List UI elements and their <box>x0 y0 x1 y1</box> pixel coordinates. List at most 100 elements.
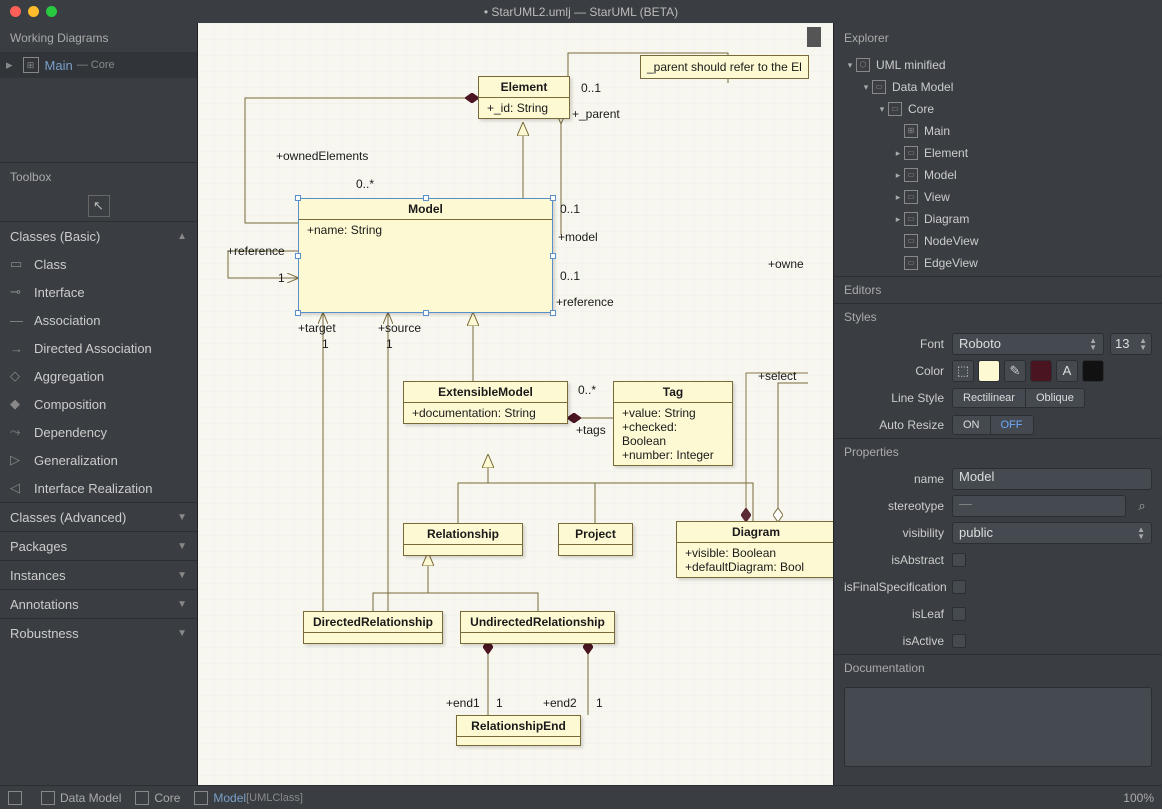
role-model: +model <box>558 230 598 244</box>
panel-pin-icon[interactable] <box>807 27 821 47</box>
line-style-rectilinear[interactable]: Rectilinear <box>953 389 1025 407</box>
mult-0starb: 0..* <box>578 383 596 397</box>
prop-isactive-checkbox[interactable] <box>952 634 966 648</box>
properties-header: Properties <box>834 439 1162 465</box>
tree-row[interactable]: ▸▭Model <box>834 164 1162 186</box>
selection-tool-button[interactable]: ↖ <box>88 195 110 217</box>
status-bar: Data Model Core Model[UMLClass] 100% <box>0 785 1162 809</box>
diagram-icon: ⊞ <box>23 57 39 73</box>
prop-isleaf-checkbox[interactable] <box>952 607 966 621</box>
uml-class-undirectedrelationship[interactable]: UndirectedRelationship <box>460 611 615 644</box>
pencil-icon[interactable]: ✎ <box>1004 360 1026 382</box>
role-source: +source <box>378 321 421 335</box>
titlebar: • StarUML2.umlj — StarUML (BETA) <box>0 0 1162 23</box>
role-select: +select <box>758 369 796 383</box>
mult-01b: 0..1 <box>560 202 580 216</box>
prop-isfinalspec-checkbox[interactable] <box>952 580 966 594</box>
toolbox-item-directed-association[interactable]: →Directed Association <box>0 334 197 362</box>
prop-visibility-select[interactable]: public▲▼ <box>952 522 1152 544</box>
status-crumb-model[interactable]: Model[UMLClass] <box>194 791 303 805</box>
uml-class-model[interactable]: Model +name: String <box>298 198 553 313</box>
toolbox-item-class[interactable]: ▭Class <box>0 250 197 278</box>
mult-1e1: 1 <box>496 696 503 710</box>
search-icon[interactable]: ⌕ <box>1132 498 1152 514</box>
toolbox-section-instances[interactable]: Instances▼ <box>0 560 197 589</box>
working-diagram-suffix: — Core <box>77 59 115 71</box>
line-color-swatch[interactable] <box>1030 360 1052 382</box>
mult-1e2: 1 <box>596 696 603 710</box>
explorer-tree[interactable]: ▾⬡UML minified▾▭Data Model▾▭Core⊞Main▸▭E… <box>834 52 1162 276</box>
working-diagrams-header: Working Diagrams <box>0 23 197 52</box>
documentation-textarea[interactable] <box>844 687 1152 767</box>
toolbox-item-association[interactable]: —Association <box>0 306 197 334</box>
toolbox-item-composition[interactable]: ◆Composition <box>0 390 197 418</box>
zoom-level[interactable]: 100% <box>1123 791 1154 805</box>
toolbox-section-annotations[interactable]: Annotations▼ <box>0 589 197 618</box>
toolbox-item-interface[interactable]: ⊸Interface <box>0 278 197 306</box>
toolbox-section-classes-basic[interactable]: Classes (Basic)▲ <box>0 221 197 250</box>
status-crumb-datamodel[interactable]: Data Model <box>41 791 121 805</box>
uml-class-project[interactable]: Project <box>558 523 633 556</box>
tree-row[interactable]: ▸▭Diagram <box>834 208 1162 230</box>
role-tags: +tags <box>576 423 606 437</box>
role-parent: +_parent <box>572 107 620 121</box>
tree-row[interactable]: ▸▭Element <box>834 142 1162 164</box>
status-crumb-root[interactable] <box>8 791 27 805</box>
tree-row[interactable]: ▾▭Core <box>834 98 1162 120</box>
tree-row[interactable]: ▭NodeView <box>834 230 1162 252</box>
mult-01a: 0..1 <box>581 81 601 95</box>
text-color-icon[interactable]: A <box>1056 360 1078 382</box>
toolbox-section-packages[interactable]: Packages▼ <box>0 531 197 560</box>
prop-isabstract-checkbox[interactable] <box>952 553 966 567</box>
font-size-input[interactable]: 13▲▼ <box>1110 333 1152 355</box>
uml-class-extensiblemodel[interactable]: ExtensibleModel +documentation: String <box>403 381 568 424</box>
role-referenceb: +reference <box>556 295 614 309</box>
uml-class-relationshipend[interactable]: RelationshipEnd <box>456 715 581 746</box>
auto-resize-off[interactable]: OFF <box>990 416 1033 434</box>
role-owne: +owne <box>768 257 804 271</box>
prop-stereotype-input[interactable]: — <box>952 495 1126 517</box>
auto-resize-label: Auto Resize <box>844 418 944 432</box>
eyedropper-icon[interactable]: ⬚ <box>952 360 974 382</box>
fill-color-swatch[interactable] <box>978 360 1000 382</box>
toolbox-item-aggregation[interactable]: ◇Aggregation <box>0 362 197 390</box>
tree-row[interactable]: ▾▭Data Model <box>834 76 1162 98</box>
working-diagram-name: Main <box>45 58 73 73</box>
tree-row[interactable]: ▸▭View <box>834 186 1162 208</box>
mult-1a: 1 <box>278 271 285 285</box>
uml-class-relationship[interactable]: Relationship <box>403 523 523 556</box>
toolbox-item-dependency[interactable]: ⤳Dependency <box>0 418 197 446</box>
left-sidebar: Working Diagrams ▸ ⊞ Main — Core Toolbox… <box>0 23 197 785</box>
toolbox-item-generalization[interactable]: ▷Generalization <box>0 446 197 474</box>
explorer-header: Explorer <box>834 23 1162 52</box>
font-select[interactable]: Roboto▲▼ <box>952 333 1104 355</box>
diagram-note[interactable]: _parent should refer to the El <box>640 55 809 79</box>
toolbox-item-interface-realization[interactable]: ◁Interface Realization <box>0 474 197 502</box>
toolbox-section-robustness[interactable]: Robustness▼ <box>0 618 197 647</box>
working-diagram-tab[interactable]: ▸ ⊞ Main — Core <box>0 52 197 78</box>
status-crumb-core[interactable]: Core <box>135 791 180 805</box>
role-reference: +reference <box>227 244 285 258</box>
role-end1: +end1 <box>446 696 480 710</box>
uml-class-directedrelationship[interactable]: DirectedRelationship <box>303 611 443 644</box>
styles-header: Styles <box>834 304 1162 330</box>
uml-class-diagram[interactable]: Diagram +visible: Boolean+defaultDiagram… <box>676 521 834 578</box>
uml-class-tag[interactable]: Tag +value: String+checked: Boolean+numb… <box>613 381 733 466</box>
text-color-swatch[interactable] <box>1082 360 1104 382</box>
tree-row[interactable]: ⊞Main <box>834 120 1162 142</box>
documentation-header: Documentation <box>834 655 1162 681</box>
prop-name-input[interactable]: Model <box>952 468 1152 490</box>
right-sidebar: Explorer ▾⬡UML minified▾▭Data Model▾▭Cor… <box>834 23 1162 785</box>
mult-1s: 1 <box>386 337 393 351</box>
mult-01c: 0..1 <box>560 269 580 283</box>
toolbox-section-classes-advanced[interactable]: Classes (Advanced)▼ <box>0 502 197 531</box>
auto-resize-on[interactable]: ON <box>953 416 990 434</box>
tree-row[interactable]: ▾⬡UML minified <box>834 54 1162 76</box>
editors-header: Editors <box>834 277 1162 303</box>
tree-row[interactable]: ▭EdgeView <box>834 252 1162 274</box>
uml-class-element[interactable]: Element +_id: String <box>478 76 570 119</box>
role-target: +target <box>298 321 336 335</box>
diagram-canvas[interactable]: _parent should refer to the El Element +… <box>197 23 834 785</box>
color-label: Color <box>844 364 944 378</box>
line-style-oblique[interactable]: Oblique <box>1025 389 1084 407</box>
